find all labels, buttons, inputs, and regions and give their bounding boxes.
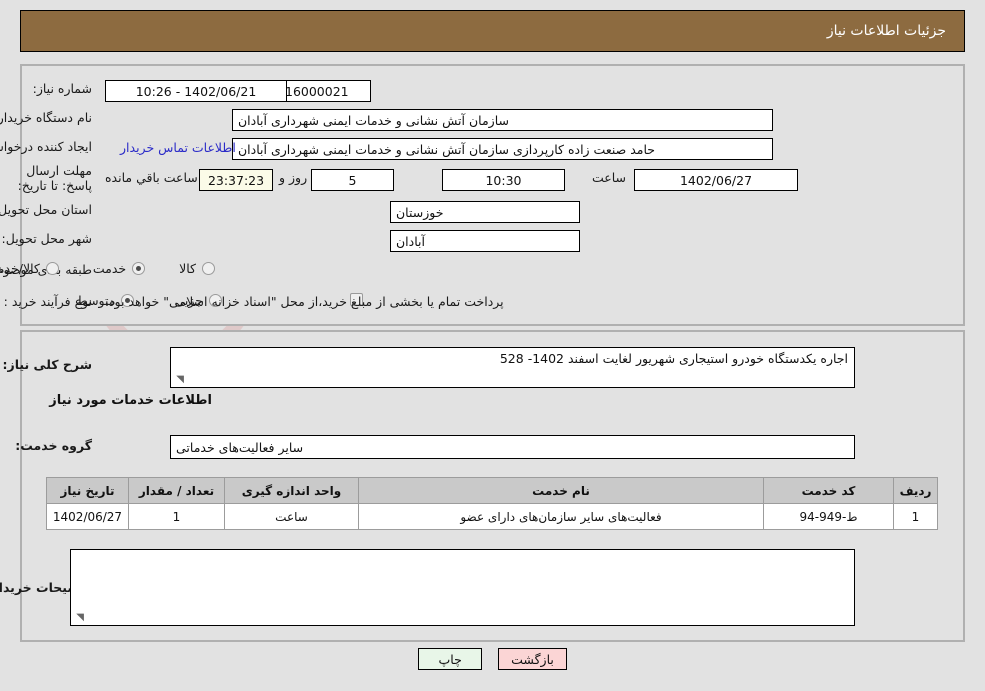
category-option-1[interactable]: خدمت	[92, 261, 146, 276]
footer-button-bar: بازگشت چاپ	[0, 648, 985, 670]
page-header-bar: جزئیات اطلاعات نیاز	[20, 10, 965, 52]
city-label: شهر محل تحویل:	[1, 231, 92, 246]
buyer-org-field[interactable]: سازمان آتش نشانی و خدمات ایمنی شهرداری آ…	[232, 109, 773, 131]
th-service-name: نام خدمت	[358, 477, 764, 504]
table-header-row: ردیف کد خدمت نام خدمت واحد اندازه گیری ت…	[46, 477, 938, 504]
category-radio-0[interactable]	[202, 262, 215, 275]
creator-label-row: ایجاد کننده درخواست:	[0, 139, 92, 154]
service-group-label-row: گروه خدمت:	[15, 438, 92, 453]
table-row: 1 ط-949-94 فعالیت‌های سایر سازمان‌های دا…	[46, 503, 938, 530]
cell-row-no: 1	[893, 503, 938, 530]
days-label: روز و	[279, 170, 308, 185]
treasury-note-wrap: پرداخت تمام یا بخشی از مبلغ خرید،از محل …	[105, 294, 504, 309]
deadline-hour-label-wrap: ساعت	[592, 170, 626, 185]
buyer-notes-textarea[interactable]: ◥	[70, 549, 855, 626]
need-number-label-row: شماره نیاز:	[33, 81, 92, 96]
cell-unit: ساعت	[224, 503, 359, 530]
services-table: ردیف کد خدمت نام خدمت واحد اندازه گیری ت…	[46, 477, 938, 530]
city-label-row: شهر محل تحویل:	[2, 231, 92, 246]
creator-field-row: حامد صنعت زاده کارپردازی سازمان آتش نشان…	[232, 138, 773, 160]
resize-grip-icon: ◥	[176, 374, 184, 385]
cell-quantity: 1	[128, 503, 225, 530]
buyer-org-label-row: نام دستگاه خریدار:	[0, 110, 92, 125]
buyer-contact-link[interactable]: اطلاعات تماس خریدار	[120, 140, 236, 155]
services-section-heading: اطلاعات خدمات مورد نیاز	[49, 393, 212, 408]
province-label-row: استان محل تحویل:	[0, 202, 92, 217]
services-table-wrap: ردیف کد خدمت نام خدمت واحد اندازه گیری ت…	[46, 477, 938, 530]
th-unit: واحد اندازه گیری	[224, 477, 359, 504]
resize-grip-icon-2: ◥	[76, 612, 84, 623]
th-row-no: ردیف	[893, 477, 938, 504]
buyer-org-field-row: سازمان آتش نشانی و خدمات ایمنی شهرداری آ…	[232, 109, 773, 131]
deadline-hour-wrap: 10:30	[442, 169, 565, 191]
province-label: استان محل تحویل:	[0, 202, 92, 217]
countdown-timer-field: 23:37:23	[199, 169, 273, 191]
timer-label-wrap: ساعت باقي مانده	[105, 170, 198, 185]
cell-service-name: فعالیت‌های سایر سازمان‌های دارای عضو	[358, 503, 764, 530]
cell-service-code: ط-949-94	[763, 503, 894, 530]
city-field[interactable]: آبادان	[390, 230, 580, 252]
description-label: شرح کلی نیاز:	[2, 357, 92, 372]
category-radio-1[interactable]	[132, 262, 146, 275]
deadline-date-field[interactable]: 1402/06/27	[634, 169, 798, 191]
province-field[interactable]: خوزستان	[390, 201, 580, 223]
category-option-2[interactable]: کالا/خدمت	[0, 261, 59, 276]
timer-field-wrap: 23:37:23	[199, 169, 273, 191]
description-textarea[interactable]: اجاره یکدستگاه خودرو استیجاری شهریور لغا…	[170, 347, 855, 388]
category-option-label-0: کالا	[179, 261, 196, 276]
category-option-label-1: خدمت	[92, 261, 127, 276]
days-label-wrap: روز و	[279, 170, 307, 185]
province-field-wrap: خوزستان	[390, 201, 580, 223]
page-title: جزئیات اطلاعات نیاز	[826, 23, 946, 39]
category-option-0[interactable]: کالا	[179, 261, 215, 276]
contact-link-row: اطلاعات تماس خریدار	[120, 140, 236, 155]
th-need-date: تاریخ نیاز	[46, 477, 129, 504]
deadline-date-wrap: 1402/06/27	[634, 169, 798, 191]
creator-field[interactable]: حامد صنعت زاده کارپردازی سازمان آتش نشان…	[232, 138, 773, 160]
city-field-wrap: آبادان	[390, 230, 580, 252]
deadline-hour-field[interactable]: 10:30	[442, 169, 565, 191]
th-quantity: تعداد / مقدار	[128, 477, 225, 504]
th-service-code: کد خدمت	[763, 477, 894, 504]
days-field-wrap: 5	[311, 169, 394, 191]
need-info-panel	[20, 64, 965, 326]
category-radio-2[interactable]	[45, 262, 59, 275]
category-option-label-2: کالا/خدمت	[0, 261, 40, 276]
deadline-hour-label: ساعت	[592, 170, 627, 185]
days-remaining-field: 5	[311, 169, 394, 191]
service-group-label: گروه خدمت:	[15, 438, 92, 453]
deadline-label-row: مهلت ارسال پاسخ: تا تاریخ:	[2, 163, 92, 193]
description-label-row: شرح کلی نیاز:	[3, 357, 92, 372]
timer-label: ساعت باقي مانده	[105, 170, 198, 185]
description-value: اجاره یکدستگاه خودرو استیجاری شهریور لغا…	[499, 351, 848, 366]
service-group-field-wrap: سایر فعالیت‌های خدماتی	[170, 435, 855, 459]
announce-field-wrap: 1402/06/21 - 10:26	[105, 80, 287, 102]
buyer-org-label: نام دستگاه خریدار:	[0, 110, 92, 125]
need-number-label: شماره نیاز:	[32, 81, 92, 96]
deadline-label: مهلت ارسال پاسخ: تا تاریخ:	[17, 163, 92, 193]
announce-datetime-field[interactable]: 1402/06/21 - 10:26	[105, 80, 287, 102]
cell-need-date: 1402/06/27	[46, 503, 129, 530]
creator-label: ایجاد کننده درخواست:	[0, 139, 92, 154]
category-radio-group: کالا خدمت کالا/خدمت	[0, 261, 215, 276]
page-root: AriaTender.net جزئیات اطلاعات نیاز شماره…	[0, 0, 985, 691]
treasury-note: پرداخت تمام یا بخشی از مبلغ خرید،از محل …	[105, 294, 504, 309]
back-button[interactable]: بازگشت	[498, 648, 567, 670]
service-group-field[interactable]: سایر فعالیت‌های خدماتی	[170, 435, 855, 459]
print-button[interactable]: چاپ	[418, 648, 483, 670]
